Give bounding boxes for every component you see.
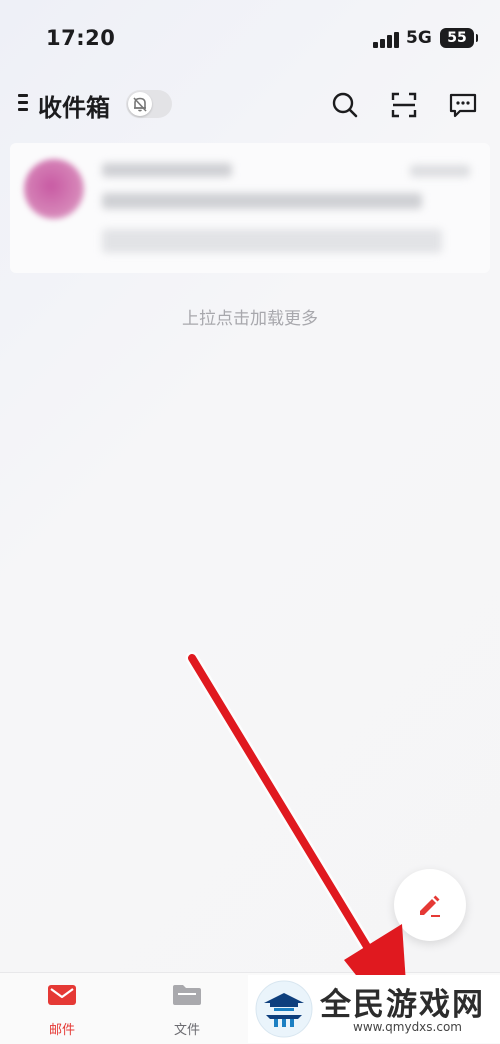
load-more-hint[interactable]: 上拉点击加载更多	[0, 304, 500, 329]
page-title: 收件箱	[38, 94, 110, 122]
status-bar: 17:20 5G 55	[0, 0, 500, 80]
signal-icon	[373, 32, 399, 48]
mail-list-item[interactable]	[10, 143, 490, 273]
scan-button[interactable]	[389, 90, 419, 120]
avatar	[24, 159, 84, 219]
notification-toggle[interactable]	[126, 90, 172, 118]
search-icon	[332, 92, 358, 118]
watermark-url: www.qmydxs.com	[353, 1020, 462, 1034]
mail-date-blurred	[410, 165, 470, 177]
message-button[interactable]	[448, 90, 478, 120]
pagoda-logo	[255, 980, 313, 1038]
status-time: 17:20	[46, 26, 116, 50]
scan-icon	[391, 92, 417, 118]
mail-subject-blurred	[102, 193, 422, 209]
battery-icon: 55	[440, 28, 478, 48]
menu-icon[interactable]	[18, 94, 30, 114]
mail-preview-blurred	[102, 229, 442, 253]
watermark-brand: 全民游戏网	[320, 987, 485, 1023]
site-watermark: 全民游戏网 www.qmydxs.com	[248, 975, 500, 1043]
search-button[interactable]	[330, 90, 360, 120]
tab-label-mail: 邮件	[48, 1023, 75, 1038]
mail-icon	[48, 985, 76, 1005]
toggle-knob	[128, 92, 152, 116]
network-label: 5G	[406, 28, 432, 48]
chat-bubble-icon	[449, 93, 477, 118]
tab-mail[interactable]: 邮件	[27, 983, 97, 1038]
mail-sender-blurred	[102, 163, 232, 177]
bell-off-icon	[133, 97, 147, 112]
